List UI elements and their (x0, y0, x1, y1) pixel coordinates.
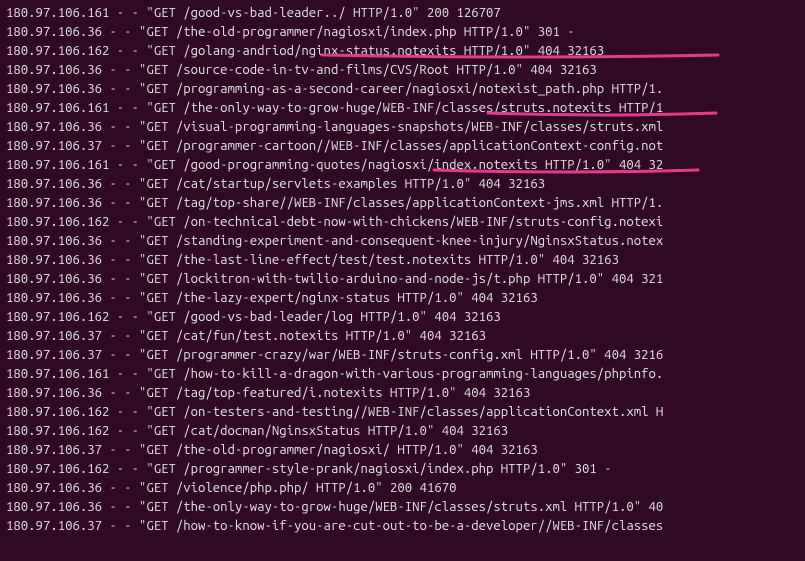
log-line: 180.97.106.36 - - "GET /cat/startup/serv… (6, 175, 799, 194)
log-line: 180.97.106.36 - - "GET /the-last-line-ef… (6, 251, 799, 270)
log-line: 180.97.106.162 - - "GET /programmer-styl… (6, 460, 799, 479)
log-line: 180.97.106.36 - - "GET /programming-as-a… (6, 80, 799, 99)
log-line: 180.97.106.36 - - "GET /violence/php.php… (6, 479, 799, 498)
log-line: 180.97.106.162 - - "GET /on-testers-and-… (6, 403, 799, 422)
log-line: 180.97.106.36 - - "GET /visual-programmi… (6, 118, 799, 137)
log-line: 180.97.106.36 - - "GET /the-old-programm… (6, 23, 799, 42)
log-line: 180.97.106.36 - - "GET /source-code-in-t… (6, 61, 799, 80)
terminal-output: 180.97.106.161 - - "GET /good-vs-bad-lea… (0, 0, 805, 540)
log-line: 180.97.106.161 - - "GET /good-vs-bad-lea… (6, 4, 799, 23)
log-line: 180.97.106.36 - - "GET /lockitron-with-t… (6, 270, 799, 289)
log-line: 180.97.106.162 - - "GET /golang-andriod/… (6, 42, 799, 61)
log-line: 180.97.106.161 - - "GET /how-to-kill-a-d… (6, 365, 799, 384)
log-line: 180.97.106.36 - - "GET /the-lazy-expert/… (6, 289, 799, 308)
log-line: 180.97.106.37 - - "GET /cat/fun/test.not… (6, 327, 799, 346)
log-line: 180.97.106.161 - - "GET /good-programmin… (6, 156, 799, 175)
log-line: 180.97.106.37 - - "GET /programmer-crazy… (6, 346, 799, 365)
log-line: 180.97.106.161 - - "GET /the-only-way-to… (6, 99, 799, 118)
log-line: 180.97.106.36 - - "GET /tag/top-featured… (6, 384, 799, 403)
log-line: 180.97.106.37 - - "GET /the-old-programm… (6, 441, 799, 460)
log-line: 180.97.106.162 - - "GET /on-technical-de… (6, 213, 799, 232)
log-line: 180.97.106.37 - - "GET /programmer-carto… (6, 137, 799, 156)
log-line: 180.97.106.36 - - "GET /the-only-way-to-… (6, 498, 799, 517)
log-lines: 180.97.106.161 - - "GET /good-vs-bad-lea… (6, 4, 799, 536)
log-line: 180.97.106.37 - - "GET /how-to-know-if-y… (6, 517, 799, 536)
log-line: 180.97.106.36 - - "GET /tag/top-share//W… (6, 194, 799, 213)
log-line: 180.97.106.162 - - "GET /good-vs-bad-lea… (6, 308, 799, 327)
log-line: 180.97.106.162 - - "GET /cat/docman/Ngin… (6, 422, 799, 441)
log-line: 180.97.106.36 - - "GET /standing-experim… (6, 232, 799, 251)
